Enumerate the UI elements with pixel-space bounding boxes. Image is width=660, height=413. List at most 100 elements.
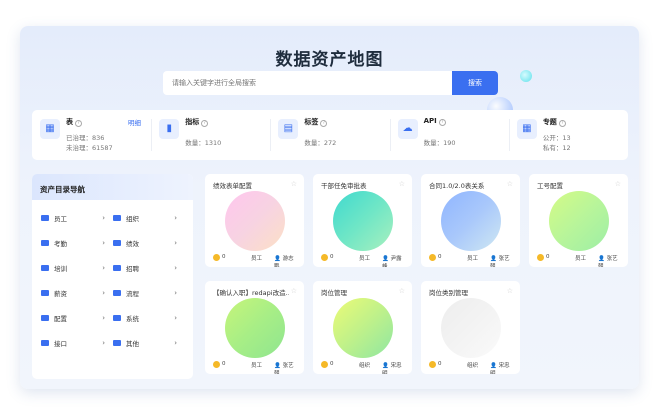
card-title: 干部任免审批表 <box>321 182 367 190</box>
nav-item[interactable]: 培训 › <box>41 262 113 273</box>
folder-icon <box>41 214 49 221</box>
chevron-right-icon: › <box>174 313 177 322</box>
table-icon: ▦ <box>40 119 60 139</box>
metric-chart-icon: ▮ <box>159 119 180 139</box>
nav-item-label: 组织 <box>126 214 139 223</box>
catalog-nav-list: 员工 › 组织 › 考勤 › 绩效 › 培训 › 招聘 › 薪资 › 流程 › 配置 › 系统 › 接口 › 其他 › <box>32 200 193 348</box>
card-title: 【确认入职】redapi改造… <box>213 289 289 297</box>
stat-api[interactable]: ☁ API? 数量：190 <box>389 110 509 160</box>
coin-icon <box>321 361 328 368</box>
card-count: 0 <box>222 254 226 260</box>
nav-item[interactable]: 系统 › <box>113 312 185 323</box>
cloud-api-icon: ☁ <box>397 119 418 139</box>
card-footer: 0 员工 👤 张艺朝 <box>429 253 514 267</box>
asset-card[interactable]: 绩效表单配置 ☆ 0 员工 👤 游志鹏 <box>205 174 304 267</box>
folder-icon <box>41 264 49 271</box>
stat-topic[interactable]: ▦ 专题? 公开：13 私有：12 <box>508 110 628 160</box>
user-icon: 👤 <box>274 256 281 262</box>
star-icon[interactable]: ☆ <box>291 180 297 188</box>
chevron-right-icon: › <box>102 213 105 222</box>
coin-icon <box>537 254 544 261</box>
card-footer: 0 组织 👤 宋忠明 <box>429 360 514 374</box>
asset-card[interactable]: 岗位类别管理 ☆ 0 组织 👤 宋忠明 <box>421 281 520 374</box>
stat-table[interactable]: ▦ 表? 明细 已治理：836 未治理：61587 <box>32 110 151 160</box>
stat-name: 专题 <box>542 118 557 126</box>
nav-item-label: 流程 <box>126 289 139 298</box>
search-button[interactable]: 搜索 <box>452 71 498 95</box>
nav-item-label: 招聘 <box>126 264 139 273</box>
folder-icon <box>41 289 49 296</box>
stat-name: 表 <box>66 118 73 126</box>
card-count: 0 <box>438 254 442 260</box>
asset-card[interactable]: 合同1.0/2.0表关系 ☆ 0 员工 👤 张艺朝 <box>421 174 520 267</box>
star-icon[interactable]: ☆ <box>291 287 297 295</box>
nav-item[interactable]: 流程 › <box>113 287 185 298</box>
nav-item[interactable]: 接口 › <box>41 337 113 348</box>
star-icon[interactable]: ☆ <box>507 287 513 295</box>
nav-item-label: 薪资 <box>54 289 67 298</box>
nav-item-label: 其他 <box>126 339 139 348</box>
catalog-nav-title: 资产目录导航 <box>32 174 193 200</box>
folder-icon <box>113 264 121 271</box>
detail-link[interactable]: 明细 <box>128 117 141 127</box>
stat-value: 未治理：61587 <box>66 144 113 152</box>
help-icon[interactable]: ? <box>558 120 566 127</box>
help-icon[interactable]: ? <box>75 120 82 127</box>
nav-item[interactable]: 考勤 › <box>41 237 113 248</box>
asset-card[interactable]: 干部任免审批表 ☆ 0 员工 👤 尹露峰 <box>313 174 412 267</box>
asset-graph-bubble[interactable] <box>225 191 285 251</box>
help-icon[interactable]: ? <box>201 120 209 127</box>
stat-metric[interactable]: ▮ 指标? 数量：1310 <box>151 110 270 160</box>
card-count: 0 <box>330 254 334 260</box>
stat-value: 私有：12 <box>542 144 571 152</box>
folder-icon <box>113 314 121 321</box>
chevron-right-icon: › <box>102 338 105 347</box>
catalog-nav: 资产目录导航 员工 › 组织 › 考勤 › 绩效 › 培训 › 招聘 › 薪资 › 流程 › 配置 › 系统 › 接口 ›… <box>32 174 193 379</box>
asset-graph-bubble[interactable] <box>333 298 393 358</box>
asset-stats-bar: ▦ 表? 明细 已治理：836 未治理：61587 ▮ 指标? 数量：1310 … <box>32 110 628 160</box>
stat-name: API <box>423 117 437 125</box>
stat-tag[interactable]: ▤ 标签? 数量：272 <box>270 110 389 160</box>
folder-icon <box>41 239 49 246</box>
star-icon[interactable]: ☆ <box>507 180 513 188</box>
asset-card[interactable]: 工号配置 ☆ 0 员工 👤 张艺朝 <box>529 174 628 267</box>
chevron-right-icon: › <box>174 263 177 272</box>
tag-icon: ▤ <box>278 119 299 139</box>
user-icon: 👤 <box>382 256 389 262</box>
nav-item-label: 培训 <box>54 264 67 273</box>
page-title: 数据资产地图 <box>275 50 384 70</box>
folder-icon <box>41 314 49 321</box>
asset-graph-bubble[interactable] <box>549 191 609 251</box>
asset-card[interactable]: 【确认入职】redapi改造… ☆ 0 员工 👤 张艺朝 <box>205 281 304 374</box>
folder-icon <box>113 239 121 246</box>
nav-item[interactable]: 绩效 › <box>113 237 185 248</box>
star-icon[interactable]: ☆ <box>615 180 621 188</box>
help-icon[interactable]: ? <box>438 119 446 126</box>
asset-graph-bubble[interactable] <box>225 298 285 358</box>
nav-item[interactable]: 其他 › <box>113 337 185 348</box>
nav-item-label: 绩效 <box>126 239 139 248</box>
star-icon[interactable]: ☆ <box>399 180 405 188</box>
search-input[interactable] <box>163 71 452 95</box>
nav-item[interactable]: 组织 › <box>113 212 185 223</box>
asset-card[interactable]: 岗位管理 ☆ 0 组织 👤 宋忠明 <box>313 281 412 374</box>
nav-item[interactable]: 配置 › <box>41 312 113 323</box>
global-search-bar: 搜索 <box>163 71 498 95</box>
coin-icon <box>321 254 328 261</box>
help-icon[interactable]: ? <box>320 120 328 127</box>
card-footer: 0 员工 👤 尹露峰 <box>321 253 406 267</box>
stat-value: 公开：13 <box>542 134 571 142</box>
nav-item[interactable]: 薪资 › <box>41 287 113 298</box>
nav-item[interactable]: 员工 › <box>41 212 113 223</box>
nav-item[interactable]: 招聘 › <box>113 262 185 273</box>
asset-graph-bubble[interactable] <box>441 191 501 251</box>
asset-graph-bubble[interactable] <box>441 298 501 358</box>
topic-grid-icon: ▦ <box>516 119 537 139</box>
coin-icon <box>429 254 436 261</box>
nav-item-label: 系统 <box>126 314 139 323</box>
nav-item-label: 员工 <box>54 214 67 223</box>
asset-graph-bubble[interactable] <box>333 191 393 251</box>
star-icon[interactable]: ☆ <box>399 287 405 295</box>
chevron-right-icon: › <box>174 338 177 347</box>
folder-icon <box>113 339 121 346</box>
